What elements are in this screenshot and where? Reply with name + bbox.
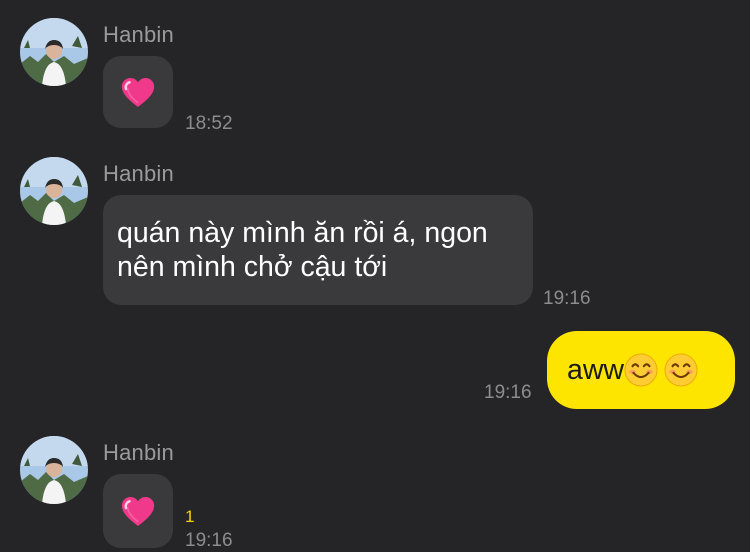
message-bubble[interactable] — [103, 474, 173, 548]
smiling-face-icon — [624, 353, 658, 387]
message-timestamp: 18:52 — [185, 113, 233, 134]
sender-avatar[interactable] — [20, 18, 88, 86]
sender-avatar[interactable] — [20, 157, 88, 225]
message-bubble[interactable] — [103, 56, 173, 128]
sender-avatar[interactable] — [20, 436, 88, 504]
message-text-line: quán này mình ăn rồi á, ngon — [117, 217, 488, 249]
message-timestamp: 19:16 — [185, 530, 233, 551]
message-text-line: nên mình chở cậu tới — [117, 251, 388, 283]
message-timestamp: 19:16 — [543, 288, 591, 309]
sender-name: Hanbin — [103, 440, 174, 465]
message-bubble[interactable]: quán này mình ăn rồi á, ngon nên mình ch… — [103, 195, 533, 305]
sender-name: Hanbin — [103, 161, 174, 186]
pink-heart-icon — [121, 77, 155, 108]
smiling-face-icon — [664, 353, 698, 387]
message-text: aww — [567, 353, 625, 386]
my-message-bubble[interactable]: aww — [547, 331, 735, 409]
sender-name: Hanbin — [103, 22, 174, 47]
chat-thread: Hanbin 18:52 Hanbin quán này mình ăn rồi… — [0, 0, 750, 552]
message-timestamp: 19:16 — [484, 382, 532, 403]
unread-count: 1 — [185, 507, 195, 526]
pink-heart-icon — [121, 496, 155, 527]
